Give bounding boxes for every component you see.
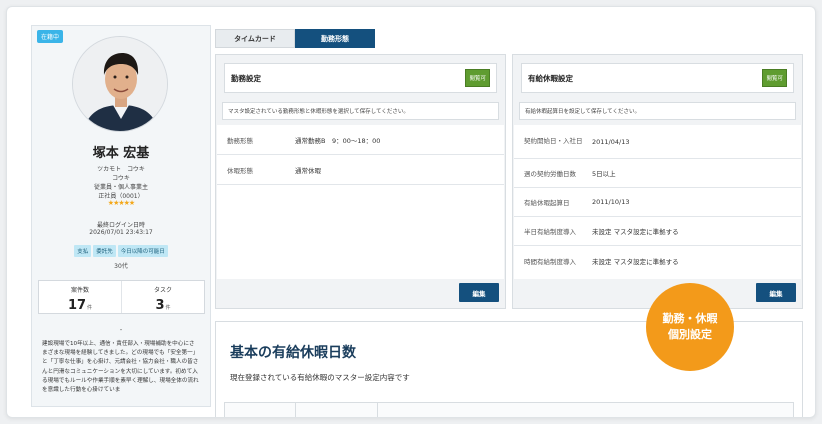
status-badge: 在籍中 (37, 30, 64, 43)
last-login-date: 2026/07/01 23:43:17 (89, 229, 153, 236)
row-value: 通常勤務B 9：00〜18：00 (295, 136, 381, 145)
count-summary: 案件数 17件 タスク 3件 (38, 280, 205, 314)
promo-line2: 個別設定 (668, 328, 712, 341)
row-label: 半日有給制度導入 (524, 228, 576, 236)
tag: 今日以降の可能日 (117, 245, 168, 257)
count-label: タスク (153, 287, 172, 294)
settings-row: 半日有給制度導入 未設定 マスタ設定に準拠する (514, 217, 801, 246)
settings-row: 有給休暇起算日 2011/10/13 (514, 188, 801, 217)
row-label: 契約開始日・入社日 (524, 137, 583, 145)
edit-button[interactable]: 編集 (756, 283, 796, 302)
row-value: 2011/04/13 (592, 137, 630, 146)
work-settings-card: 勤務設定 閲覧可 マスタ設定されている勤務形態と休暇形態を選択して保存してくださ… (215, 54, 506, 309)
settings-row: 時間有給制度導入 未設定 マスタ設定に準拠する (514, 246, 801, 275)
view-permission-button[interactable]: 閲覧可 (762, 69, 787, 87)
leave-settings-header: 有給休暇設定 閲覧可 (521, 63, 794, 93)
basic-leave-table (224, 402, 794, 417)
tag: 支払 (74, 245, 92, 257)
leave-settings-card: 有給休暇設定 閲覧可 有給休暇起算日を設定して保存してください。 契約開始日・入… (512, 54, 803, 309)
count-unit: 件 (165, 305, 171, 311)
employee-bio: 建設現場で10年以上、通信・責任部入・現場補助を中心にさまざまな現場を経験してき… (42, 341, 199, 394)
tab-work-style[interactable]: 勤務形態 (295, 29, 375, 48)
basic-leave-title: 基本の有給休暇日数 (230, 345, 356, 361)
tag: 委託先 (93, 245, 116, 257)
employee-category: 従業員・個人事業主 (93, 184, 148, 191)
employee-profile-card: 在籍中 塚本 宏基 ツカモト コウキ コウキ 従業員・個人事業主 正社員（000… (31, 25, 211, 407)
work-settings-header: 勤務設定 閲覧可 (224, 63, 497, 93)
project-count[interactable]: 案件数 17件 (39, 281, 121, 313)
tag-list: 支払 委託先 今日以降の可能日 (32, 245, 210, 257)
settings-row: 勤務形態 通常勤務B 9：00〜18：00 (217, 125, 504, 155)
row-label: 休暇形態 (227, 166, 253, 175)
row-label: 有給休暇起算日 (524, 199, 570, 207)
task-count[interactable]: タスク 3件 (121, 281, 204, 313)
row-label: 週の契約労働日数 (524, 170, 576, 178)
settings-row: 週の契約労働日数 5日以上 (514, 159, 801, 188)
settings-row: 休暇形態 通常休暇 (217, 155, 504, 185)
tab-timecard[interactable]: タイムカード (215, 29, 295, 48)
table-column-divider (295, 403, 296, 417)
rating-stars: ★★★★★ (32, 199, 210, 207)
settings-row: 契約開始日・入社日 2011/04/13 (514, 125, 801, 159)
row-value: 通常休暇 (295, 166, 321, 175)
table-column-divider (377, 403, 378, 417)
basic-leave-subtitle: 現在登録されている有給休暇のマスター設定内容です (230, 373, 410, 382)
row-label: 勤務形態 (227, 136, 253, 145)
card-note: 有給休暇起算日を設定して保存してください。 (519, 102, 796, 120)
promo-line1: 勤務・休暇 (662, 312, 718, 325)
edit-button[interactable]: 編集 (459, 283, 499, 302)
employee-kana: ツカモト コウキ (97, 166, 145, 173)
promo-badge: 勤務・休暇 個別設定 (646, 283, 734, 371)
count-value: 17 (67, 298, 87, 313)
row-value: 5日以上 (592, 170, 616, 178)
count-value: 3 (155, 298, 165, 313)
avatar-photo (73, 37, 167, 131)
work-settings-body: 勤務形態 通常勤務B 9：00〜18：00 休暇形態 通常休暇 (217, 125, 504, 279)
rating-stars-text: ★★★★★ (107, 199, 135, 207)
row-value: 2011/10/13 (592, 198, 630, 206)
row-label: 時間有給制度導入 (524, 257, 576, 266)
leave-settings-body: 契約開始日・入社日 2011/04/13 週の契約労働日数 5日以上 有給休暇起… (514, 125, 801, 279)
card-note: マスタ設定されている勤務形態と休暇形態を選択して保存してください。 (222, 102, 499, 120)
card-title: 有給休暇設定 (528, 73, 573, 83)
view-permission-button[interactable]: 閲覧可 (465, 69, 490, 87)
employee-kana-given: コウキ (112, 175, 130, 182)
tab-bar: タイムカード 勤務形態 (215, 29, 375, 48)
count-label: 案件数 (70, 287, 89, 294)
employee-name: 塚本 宏基 (92, 146, 150, 161)
bio-separator: - (119, 326, 123, 334)
row-value: 未設定 マスタ設定に準拠する (592, 228, 679, 236)
row-value: 未設定 マスタ設定に準拠する (592, 257, 679, 266)
age-group: 30代 (114, 263, 128, 270)
last-login-label: 最終ログイン日時 (96, 222, 145, 229)
card-title: 勤務設定 (231, 73, 261, 83)
count-unit: 件 (87, 305, 93, 311)
avatar (72, 36, 168, 132)
